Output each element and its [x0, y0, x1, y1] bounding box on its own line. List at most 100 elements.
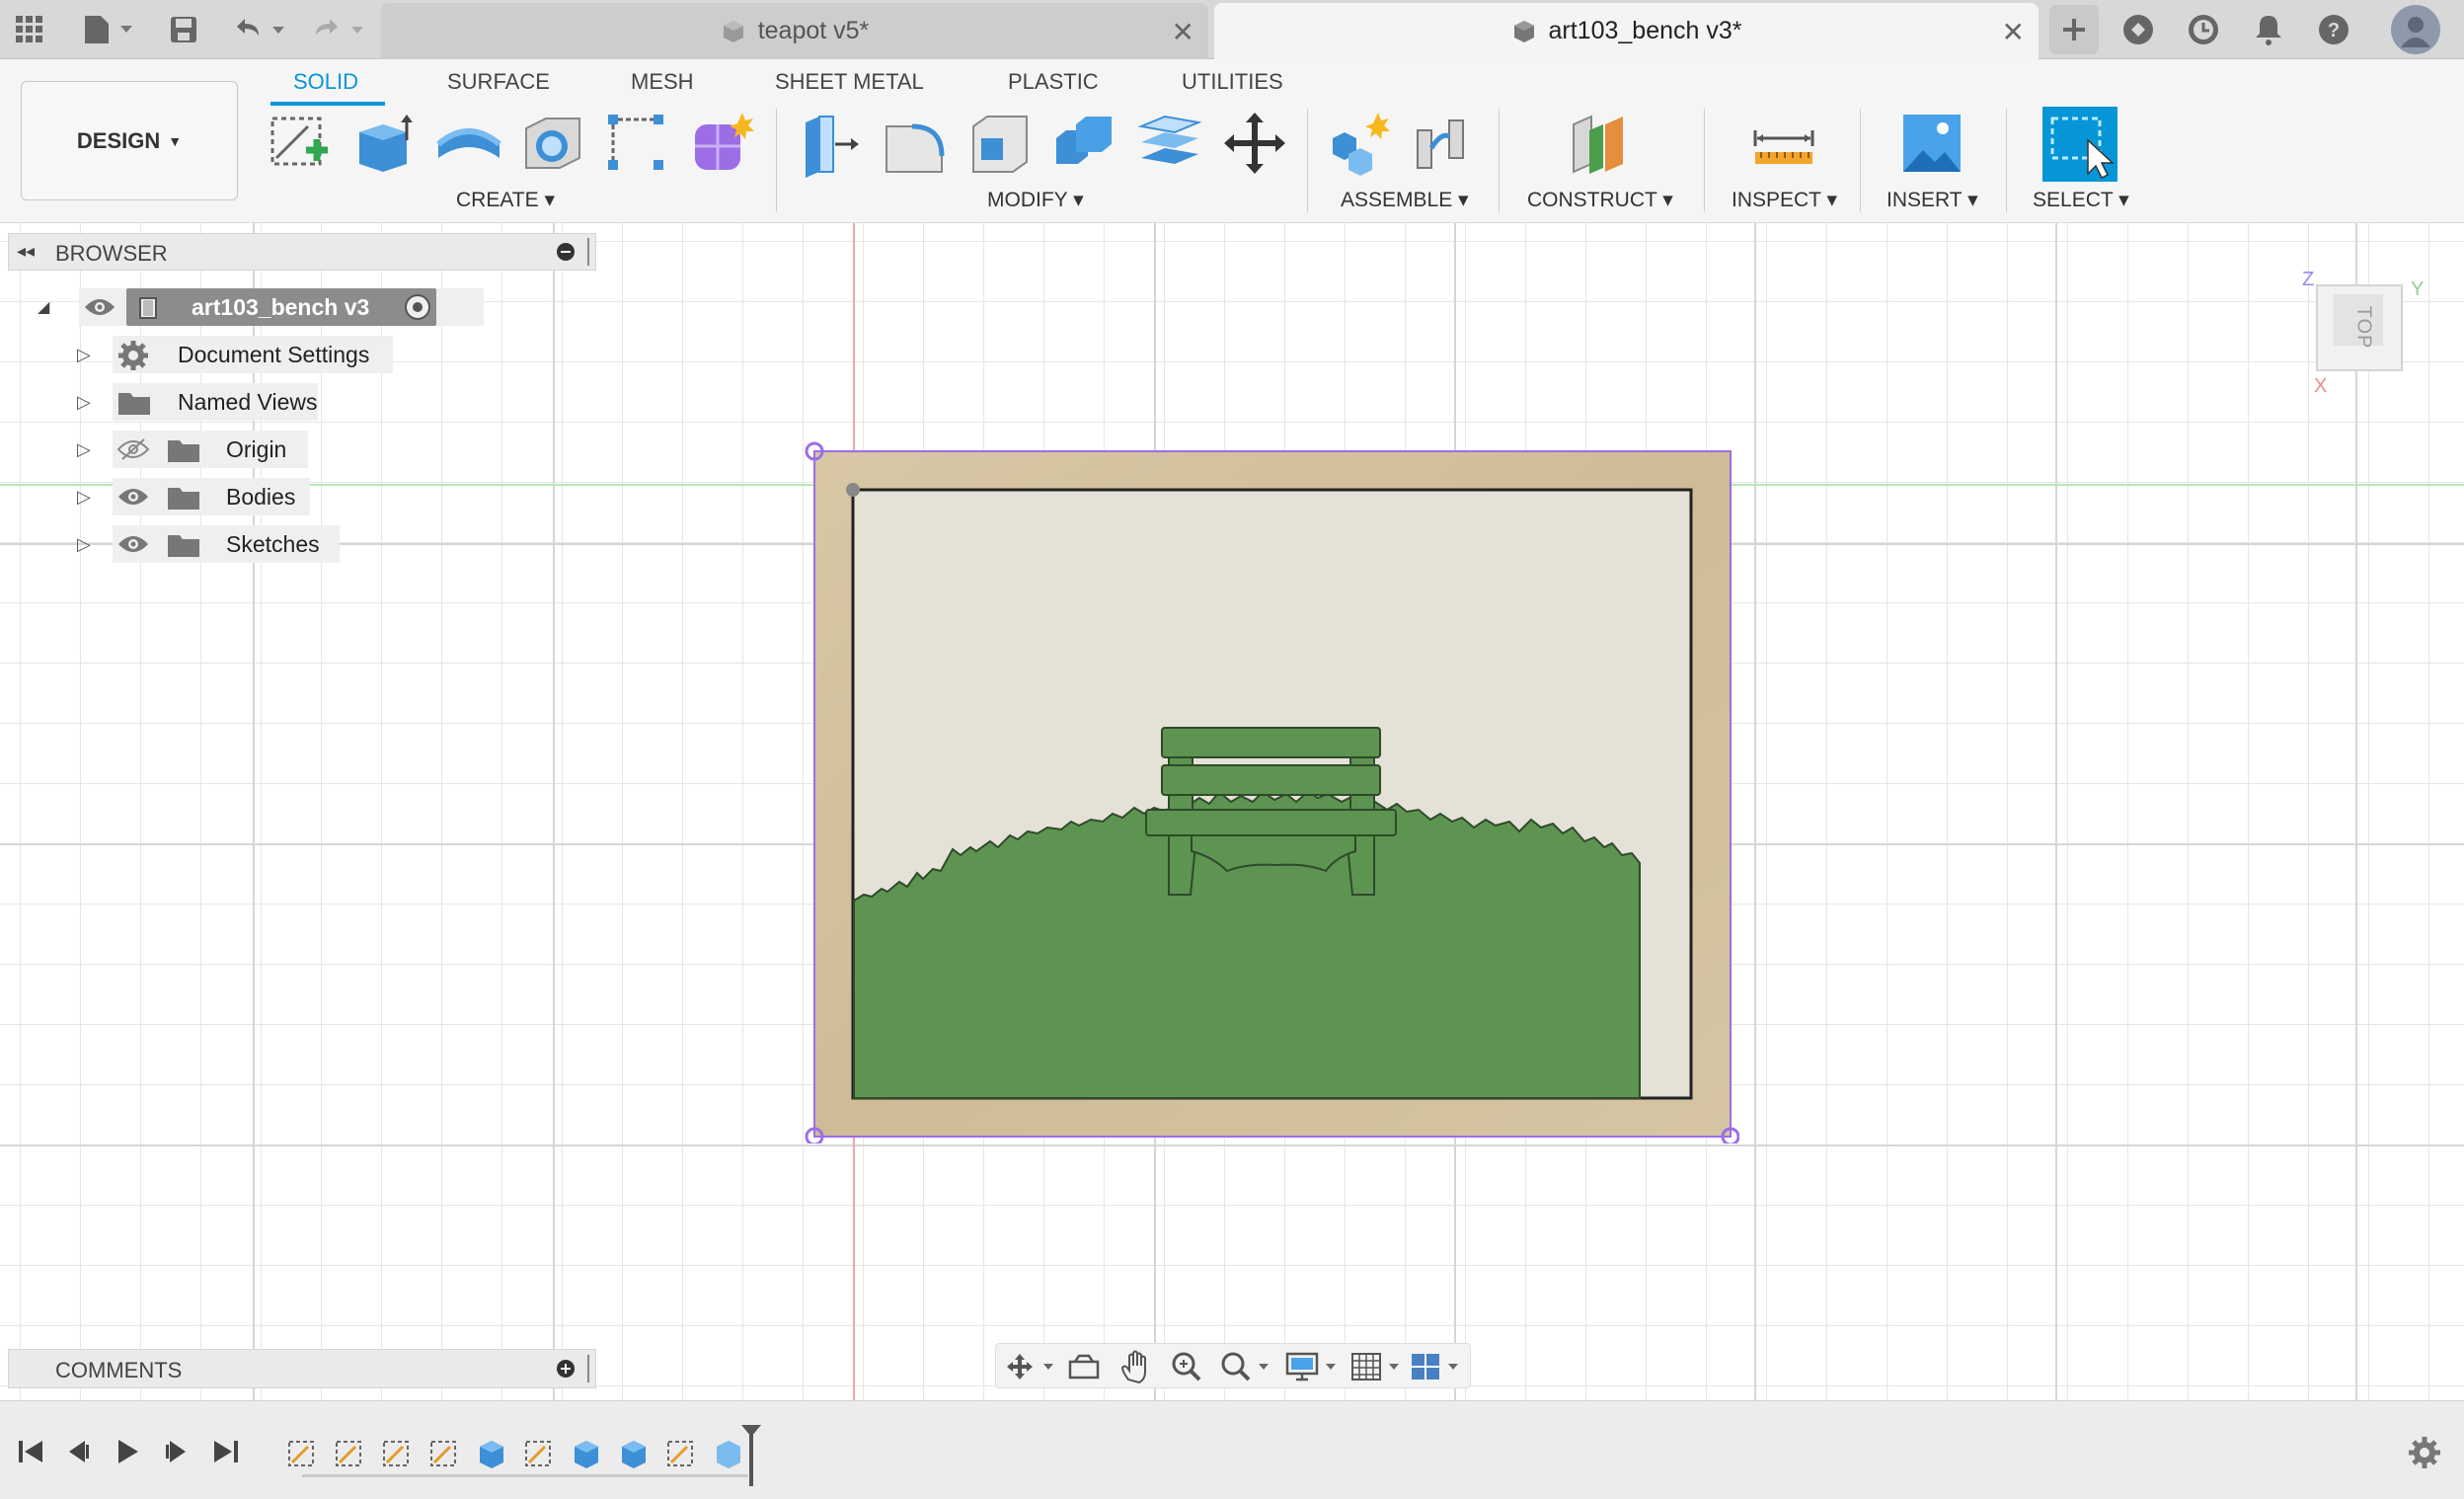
undo-icon[interactable] — [229, 12, 292, 47]
create-sketch-icon[interactable] — [265, 109, 334, 178]
timeline-sketch-icon[interactable] — [381, 1437, 415, 1470]
group-create-label[interactable]: CREATE ▾ — [456, 188, 555, 212]
bench-artwork-model[interactable] — [802, 438, 1739, 1144]
look-at-icon[interactable] — [1067, 1352, 1101, 1381]
fillet-icon[interactable] — [881, 109, 950, 178]
tree-item-named-views[interactable]: ▷ — [77, 383, 91, 421]
offset-plane-icon[interactable] — [1566, 109, 1635, 178]
add-comment-icon[interactable] — [557, 1360, 575, 1378]
orbit-icon[interactable] — [1004, 1350, 1059, 1383]
tab-sheet-metal[interactable]: SHEET METAL — [775, 69, 924, 95]
group-inspect-label[interactable]: INSPECT ▾ — [1732, 188, 1837, 212]
revolve-icon[interactable] — [434, 109, 503, 178]
expand-triangle-icon[interactable]: ▷ — [77, 487, 91, 508]
group-modify-label[interactable]: MODIFY ▾ — [987, 188, 1084, 212]
comments-panel-header[interactable]: COMMENTS — [8, 1349, 596, 1388]
step-back-icon[interactable] — [63, 1437, 93, 1466]
step-forward-icon[interactable] — [162, 1437, 192, 1466]
pattern-icon[interactable] — [602, 109, 671, 178]
redo-icon[interactable] — [308, 12, 371, 47]
expand-triangle-icon[interactable]: ▷ — [77, 439, 91, 460]
measure-icon[interactable] — [1749, 109, 1818, 178]
workspace-switcher-button[interactable]: DESIGN ▼ — [21, 81, 238, 200]
user-avatar-icon[interactable] — [2391, 5, 2440, 54]
expand-triangle-icon[interactable]: ▷ — [77, 534, 91, 555]
group-insert-label[interactable]: INSERT ▾ — [1886, 188, 1978, 212]
insert-image-icon[interactable] — [1897, 109, 1966, 178]
new-tab-plus-icon[interactable] — [2049, 5, 2099, 54]
activate-radio-icon[interactable] — [405, 294, 430, 320]
collapse-panel-icon[interactable]: ◂◂ — [17, 241, 35, 262]
tree-item-origin[interactable]: ▷ — [77, 431, 91, 468]
tab-solid[interactable]: SOLID — [293, 69, 358, 95]
design-canvas[interactable]: TOP Z Y X — [0, 223, 2464, 1400]
offset-face-icon[interactable] — [1135, 109, 1204, 178]
gear-icon — [116, 340, 150, 376]
job-status-clock-icon[interactable] — [2182, 8, 2225, 51]
play-icon[interactable] — [113, 1437, 142, 1466]
notifications-bell-icon[interactable] — [2247, 8, 2290, 51]
minimize-panel-icon[interactable] — [557, 243, 575, 261]
timeline-sketch-icon[interactable] — [334, 1437, 367, 1470]
go-to-start-icon[interactable] — [16, 1437, 45, 1466]
tree-root-row[interactable]: ◢ art103_bench v3 — [38, 288, 484, 326]
move-copy-icon[interactable] — [1220, 109, 1289, 178]
timeline-sketch-icon[interactable] — [286, 1437, 320, 1470]
select-tool-button[interactable] — [2042, 107, 2118, 182]
collapse-triangle-icon[interactable]: ◢ — [38, 297, 49, 317]
viewcube[interactable]: TOP Z Y X — [2290, 269, 2424, 397]
combine-icon[interactable] — [1050, 109, 1119, 178]
timeline-sketch-icon[interactable] — [665, 1437, 699, 1470]
extensions-icon[interactable] — [2117, 8, 2160, 51]
pan-hand-icon[interactable] — [1118, 1350, 1152, 1383]
tab-mesh[interactable]: MESH — [631, 69, 694, 95]
tree-item-bodies[interactable]: ▷ — [77, 478, 91, 515]
timeline-extrude-icon[interactable] — [571, 1437, 604, 1470]
viewports-icon[interactable] — [1409, 1350, 1468, 1383]
help-icon[interactable]: ? — [2312, 8, 2355, 51]
extrude-icon[interactable] — [351, 109, 421, 178]
apps-grid-icon[interactable] — [12, 12, 47, 47]
tab-art103-bench[interactable]: art103_bench v3* ✕ — [1214, 3, 2039, 59]
panel-resize-handle[interactable] — [587, 238, 589, 266]
timeline-marker-handle[interactable] — [738, 1423, 764, 1488]
group-assemble-label[interactable]: ASSEMBLE ▾ — [1341, 188, 1469, 212]
timeline-extrude-icon[interactable] — [476, 1437, 509, 1470]
grid-major-line — [0, 1144, 2464, 1146]
panel-resize-handle[interactable] — [587, 1355, 589, 1382]
grid-settings-icon[interactable] — [1349, 1350, 1409, 1383]
new-component-icon[interactable] — [1327, 109, 1396, 178]
expand-triangle-icon[interactable]: ▷ — [77, 345, 91, 365]
eye-icon[interactable] — [83, 294, 116, 326]
go-to-end-icon[interactable] — [211, 1437, 241, 1466]
display-settings-icon[interactable] — [1284, 1350, 1344, 1383]
tab-plastic[interactable]: PLASTIC — [1008, 69, 1099, 95]
browser-panel-header[interactable]: ◂◂ BROWSER — [8, 233, 596, 271]
timeline-extrude-icon[interactable] — [618, 1437, 652, 1470]
close-icon[interactable]: ✕ — [2002, 16, 2025, 48]
joint-icon[interactable] — [1410, 109, 1479, 178]
eye-icon[interactable] — [116, 484, 150, 514]
group-select-label[interactable]: SELECT ▾ — [2033, 188, 2129, 212]
tree-item-document-settings[interactable]: ▷ — [77, 336, 91, 373]
timeline-sketch-icon[interactable] — [428, 1437, 462, 1470]
timeline-sketch-icon[interactable] — [523, 1437, 557, 1470]
expand-triangle-icon[interactable]: ▷ — [77, 392, 91, 413]
file-menu-icon[interactable] — [79, 12, 138, 47]
eye-icon[interactable] — [116, 531, 150, 562]
hole-icon[interactable] — [518, 109, 587, 178]
hidden-eye-icon[interactable] — [116, 436, 150, 467]
zoom-icon[interactable] — [1170, 1350, 1203, 1383]
group-construct-label[interactable]: CONSTRUCT ▾ — [1527, 188, 1673, 212]
tab-surface[interactable]: SURFACE — [447, 69, 550, 95]
press-pull-icon[interactable] — [796, 109, 865, 178]
timeline-settings-gear-icon[interactable] — [2407, 1435, 2442, 1470]
save-icon[interactable] — [166, 12, 201, 47]
tab-teapot[interactable]: teapot v5* ✕ — [381, 3, 1208, 59]
tab-utilities[interactable]: UTILITIES — [1182, 69, 1283, 95]
shell-icon[interactable] — [965, 109, 1035, 178]
fit-zoom-icon[interactable] — [1219, 1350, 1274, 1383]
create-form-icon[interactable] — [687, 109, 756, 178]
tree-item-sketches[interactable]: ▷ — [77, 525, 91, 563]
close-icon[interactable]: ✕ — [1172, 16, 1194, 48]
